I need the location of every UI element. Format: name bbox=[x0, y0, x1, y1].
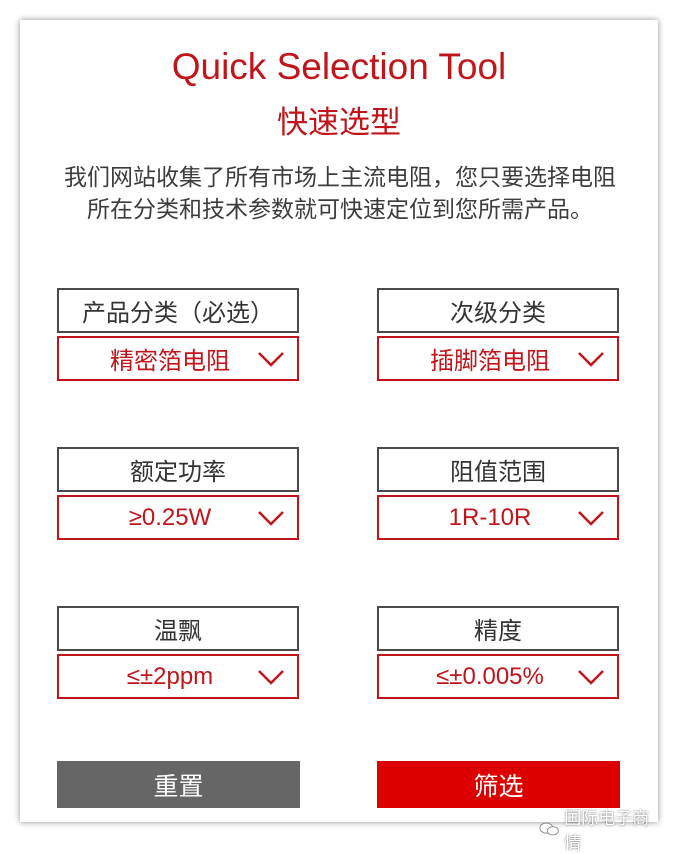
subcategory-label: 次级分类 bbox=[377, 288, 619, 333]
chevron-down-icon bbox=[578, 511, 604, 526]
power-value: ≥0.25W bbox=[128, 503, 212, 531]
tolerance-field: 精度 ≤±0.005% bbox=[377, 606, 619, 699]
tolerance-value: ≤±0.005% bbox=[436, 662, 544, 690]
chevron-down-icon bbox=[258, 352, 284, 367]
chevron-down-icon bbox=[578, 352, 604, 367]
tempco-value: ≤±2ppm bbox=[126, 662, 214, 690]
tolerance-select[interactable]: ≤±0.005% bbox=[377, 654, 619, 699]
category-value: 精密箔电阻 bbox=[110, 348, 230, 375]
chevron-down-icon bbox=[578, 670, 604, 685]
description-text: 我们网站收集了所有市场上主流电阻，您只要选择电阻所在分类和技术参数就可快速定位到… bbox=[64, 165, 616, 223]
tempco-label: 温飘 bbox=[57, 606, 299, 651]
resistance-field: 阻值范围 1R-10R bbox=[377, 447, 619, 540]
quick-selection-panel: Quick Selection Tool 快速选型 我们网站收集了所有市场上主流… bbox=[20, 20, 658, 854]
power-field: 额定功率 ≥0.25W bbox=[57, 447, 299, 540]
subcategory-select[interactable]: 插脚箔电阻 bbox=[377, 336, 619, 381]
power-label: 额定功率 bbox=[57, 447, 299, 492]
page-title: Quick Selection Tool bbox=[171, 46, 507, 87]
tempco-field: 温飘 ≤±2ppm bbox=[57, 606, 299, 699]
category-select[interactable]: 精密箔电阻 bbox=[57, 336, 299, 381]
filter-button[interactable]: 筛选 bbox=[377, 761, 620, 808]
category-field: 产品分类（必选） 精密箔电阻 bbox=[57, 288, 299, 381]
tolerance-label: 精度 bbox=[377, 606, 619, 651]
subcategory-value: 插脚箔电阻 bbox=[430, 348, 550, 375]
resistance-value: 1R-10R bbox=[448, 503, 532, 531]
wechat-icon bbox=[539, 822, 559, 836]
chevron-down-icon bbox=[258, 511, 284, 526]
subcategory-field: 次级分类 插脚箔电阻 bbox=[377, 288, 619, 381]
resistance-label: 阻值范围 bbox=[377, 447, 619, 492]
power-select[interactable]: ≥0.25W bbox=[57, 495, 299, 540]
watermark: 国际电子商情 bbox=[539, 804, 658, 854]
watermark-text: 国际电子商情 bbox=[564, 809, 650, 854]
category-label: 产品分类（必选） bbox=[57, 288, 299, 333]
tempco-select[interactable]: ≤±2ppm bbox=[57, 654, 299, 699]
resistance-select[interactable]: 1R-10R bbox=[377, 495, 619, 540]
chevron-down-icon bbox=[258, 670, 284, 685]
reset-button[interactable]: 重置 bbox=[57, 761, 300, 808]
page-subtitle: 快速选型 bbox=[277, 105, 401, 141]
